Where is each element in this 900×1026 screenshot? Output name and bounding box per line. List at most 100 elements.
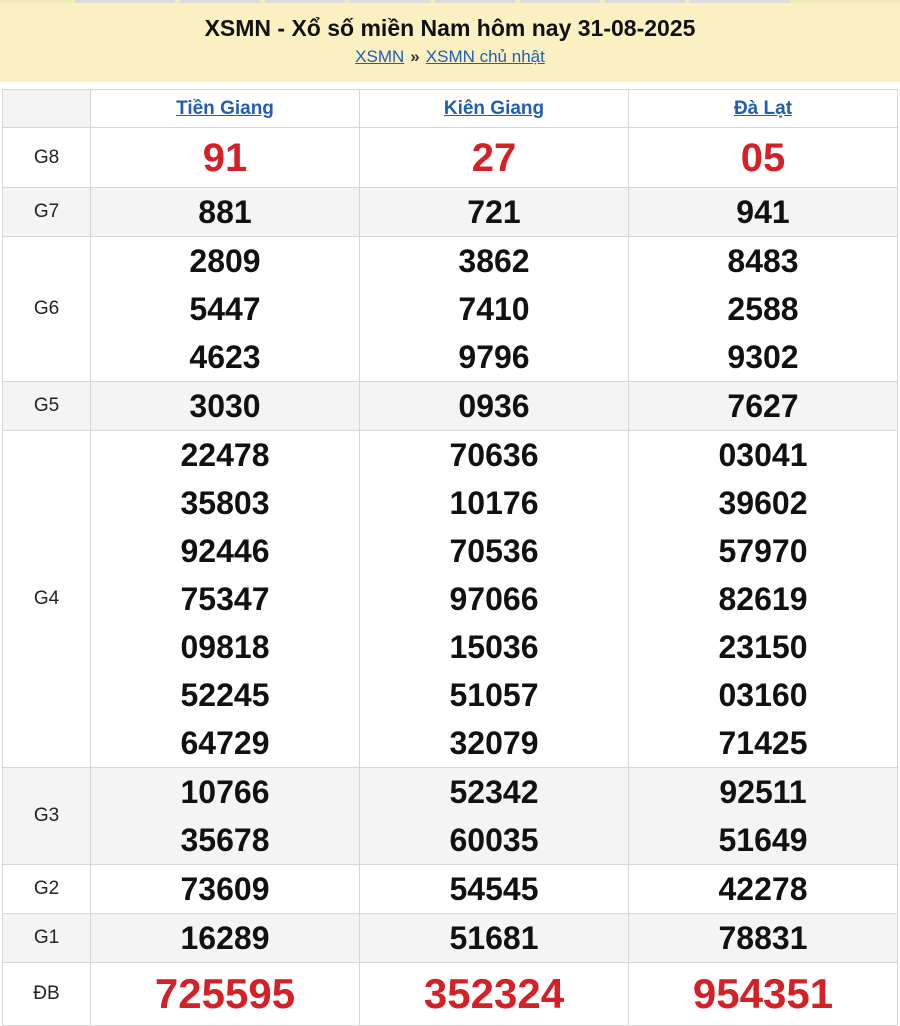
result-cell: 42278: [628, 864, 898, 914]
prize-number: 8483: [727, 243, 799, 279]
special-prize-number: 352324: [423, 970, 565, 1017]
prize-label: G6: [2, 236, 91, 382]
prize-number: 35803: [180, 485, 270, 521]
special-prize-number: 725595: [154, 970, 296, 1017]
prize-number: 941: [736, 194, 790, 230]
province-link-kien-giang[interactable]: Kiên Giang: [444, 98, 544, 119]
result-cell: 22478 35803 92446 75347 09818 52245 6472…: [90, 430, 360, 768]
prize-number: 51649: [718, 822, 808, 858]
prize-label: G7: [2, 187, 91, 237]
result-cell: 0936: [359, 381, 629, 431]
prize-row-g6: G6 2809 5447 4623 3862 7410 9796 8483 25…: [2, 236, 898, 382]
prize-row-special: ĐB 725595 352324 954351: [2, 962, 898, 1026]
result-cell: 91: [90, 127, 360, 188]
prize-number: 82619: [718, 581, 808, 617]
prize-number: 92446: [180, 533, 270, 569]
prize-row-g5: G5 3030 0936 7627: [2, 381, 898, 431]
prize-number: 05: [740, 135, 786, 180]
prize-number: 57970: [718, 533, 808, 569]
prize-number: 71425: [718, 725, 808, 761]
province-header: Kiên Giang: [359, 89, 629, 128]
prize-number: 23150: [718, 629, 808, 665]
prize-number: 09818: [180, 629, 270, 665]
prize-row-g4: G4 22478 35803 92446 75347 09818 52245 6…: [2, 430, 898, 768]
prize-number: 9796: [458, 339, 530, 375]
prize-number: 64729: [180, 725, 270, 761]
prize-label: G2: [2, 864, 91, 914]
result-cell: 7627: [628, 381, 898, 431]
result-cell: 941: [628, 187, 898, 237]
prize-number: 721: [467, 194, 521, 230]
prize-label: ĐB: [2, 962, 91, 1026]
province-header-row: Tiền Giang Kiên Giang Đà Lạt: [2, 89, 898, 128]
breadcrumb-link-xsmn-sunday[interactable]: XSMN chủ nhật: [426, 47, 545, 66]
result-cell: 51681: [359, 913, 629, 963]
prize-row-g2: G2 73609 54545 42278: [2, 864, 898, 914]
prize-number: 54545: [449, 871, 539, 907]
prize-number: 5447: [189, 291, 261, 327]
prize-number: 75347: [180, 581, 270, 617]
prize-number: 51681: [449, 920, 539, 956]
result-cell: 2809 5447 4623: [90, 236, 360, 382]
result-cell: 52342 60035: [359, 767, 629, 865]
prize-label: G4: [2, 430, 91, 768]
prize-number: 3030: [189, 388, 261, 424]
result-cell: 73609: [90, 864, 360, 914]
result-cell: 16289: [90, 913, 360, 963]
prize-number: 0936: [458, 388, 530, 424]
page-title: XSMN - Xổ số miền Nam hôm nay 31-08-2025: [204, 15, 696, 41]
breadcrumb: XSMN » XSMN chủ nhật: [0, 47, 900, 67]
province-header: Tiền Giang: [90, 89, 360, 128]
prize-number: 91: [202, 135, 248, 180]
prize-number: 39602: [718, 485, 808, 521]
prize-number: 10766: [180, 774, 270, 810]
prize-number: 15036: [449, 629, 539, 665]
breadcrumb-separator: »: [410, 47, 420, 66]
prize-number: 60035: [449, 822, 539, 858]
prize-number: 70636: [449, 437, 539, 473]
results-header: XSMN - Xổ số miền Nam hôm nay 31-08-2025…: [0, 3, 900, 82]
prize-number: 78831: [718, 920, 808, 956]
prize-label: G3: [2, 767, 91, 865]
result-cell: 92511 51649: [628, 767, 898, 865]
result-cell: 54545: [359, 864, 629, 914]
prize-number: 4623: [189, 339, 261, 375]
result-cell: 352324: [359, 962, 629, 1026]
result-cell: 10766 35678: [90, 767, 360, 865]
province-link-da-lat[interactable]: Đà Lạt: [734, 98, 792, 119]
prize-label: G5: [2, 381, 91, 431]
prize-number: 3862: [458, 243, 530, 279]
prize-number: 7627: [727, 388, 799, 424]
prize-number: 97066: [449, 581, 539, 617]
prize-row-g1: G1 16289 51681 78831: [2, 913, 898, 963]
prize-row-g7: G7 881 721 941: [2, 187, 898, 237]
result-cell: 721: [359, 187, 629, 237]
result-cell: 881: [90, 187, 360, 237]
prize-number: 9302: [727, 339, 799, 375]
prize-row-g8: G8 91 27 05: [2, 127, 898, 188]
prize-number: 27: [471, 135, 517, 180]
prize-number: 52342: [449, 774, 539, 810]
prize-number: 10176: [449, 485, 539, 521]
prize-number: 42278: [718, 871, 808, 907]
prize-row-g3: G3 10766 35678 52342 60035 92511 51649: [2, 767, 898, 865]
province-link-tien-giang[interactable]: Tiền Giang: [176, 98, 274, 119]
prize-number: 70536: [449, 533, 539, 569]
prize-label: G1: [2, 913, 91, 963]
prize-number: 51057: [449, 677, 539, 713]
prize-number: 2588: [727, 291, 799, 327]
result-cell: 725595: [90, 962, 360, 1026]
prize-number: 22478: [180, 437, 270, 473]
prize-number: 03041: [718, 437, 808, 473]
breadcrumb-link-xsmn[interactable]: XSMN: [355, 47, 404, 66]
prize-number: 881: [198, 194, 252, 230]
corner-cell: [2, 89, 91, 128]
result-cell: 05: [628, 127, 898, 188]
prize-number: 32079: [449, 725, 539, 761]
prize-number: 16289: [180, 920, 270, 956]
prize-number: 92511: [719, 774, 807, 810]
result-cell: 70636 10176 70536 97066 15036 51057 3207…: [359, 430, 629, 768]
special-prize-number: 954351: [692, 970, 834, 1017]
result-cell: 78831: [628, 913, 898, 963]
result-cell: 3862 7410 9796: [359, 236, 629, 382]
